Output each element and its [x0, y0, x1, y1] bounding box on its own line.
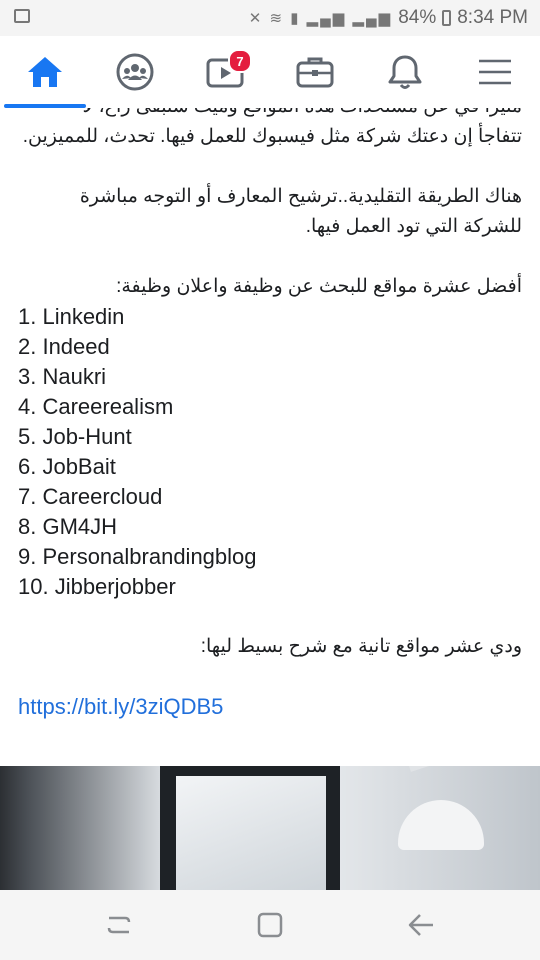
- menu-icon: [479, 59, 511, 85]
- nav-menu[interactable]: [450, 36, 540, 108]
- top-nav-bar: 7: [0, 36, 540, 109]
- back-button[interactable]: [406, 910, 436, 940]
- list-item: 4. Careerealism: [18, 394, 174, 419]
- status-bar: ✕ ≋ ▮ ▂▄▆ ▂▄▆ 84% 8:34 PM: [0, 0, 540, 36]
- home-square-icon: [257, 912, 283, 938]
- post-paragraph-2: هناك الطريقة التقليدية..ترشيح المعارف أو…: [79, 186, 522, 237]
- home-icon: [28, 57, 62, 87]
- nav-notifications[interactable]: [360, 36, 450, 108]
- recent-apps-icon: [107, 916, 131, 934]
- list-item: 3. Naukri: [18, 364, 107, 389]
- nav-home[interactable]: [0, 36, 90, 108]
- mute-wifi-signal-icons: ✕ ≋ ▮ ▂▄▆ ▂▄▆: [248, 10, 393, 27]
- list-item: 8. GM4JH: [18, 514, 118, 539]
- gallery-notification-icon: [14, 9, 30, 23]
- battery-level: 84%: [398, 7, 437, 28]
- list-item: 9. Personalbrandingblog: [18, 544, 257, 569]
- list-item: 5. Job-Hunt: [18, 424, 132, 449]
- battery-icon: [442, 10, 452, 26]
- post-link[interactable]: https://bit.ly/3ziQDB5: [0, 692, 540, 722]
- nav-groups[interactable]: [90, 36, 180, 108]
- list-item: 7. Careercloud: [18, 484, 163, 509]
- nav-marketplace[interactable]: [270, 36, 360, 108]
- system-nav-bar: [0, 890, 540, 960]
- post-image[interactable]: [0, 766, 540, 890]
- post-paragraph-1: تتفاجأ إن دعتك شركة مثل فيسبوك للعمل فيه…: [22, 126, 522, 147]
- list-item: 2. Indeed: [18, 334, 110, 359]
- clock-time: 8:34 PM: [457, 7, 528, 28]
- briefcase-icon: [296, 57, 334, 88]
- list-heading: أفضل عشرة مواقع للبحث عن وظيفة واعلان وظ…: [116, 276, 522, 297]
- home-button[interactable]: [255, 910, 285, 940]
- post-content: مثيرا في عن مستحدات هذه المواقع وميث ستب…: [0, 108, 540, 766]
- recent-apps-button[interactable]: [104, 910, 134, 940]
- post-paragraph-3: ودي عشر مواقع تانية مع شرح بسيط ليها:: [200, 636, 522, 657]
- list-item: 6. JobBait: [18, 454, 116, 479]
- job-sites-list: 1. Linkedin 2. Indeed 3. Naukri 4. Caree…: [0, 302, 540, 602]
- list-item: 10. Jibberjobber: [18, 574, 176, 599]
- back-arrow-icon: [408, 914, 433, 936]
- nav-watch[interactable]: 7: [180, 36, 270, 108]
- post-text-cut-line: مثيرا في عن مستحدات هذه المواقع وميث ستب…: [0, 108, 540, 122]
- watch-badge: 7: [228, 49, 252, 73]
- groups-icon: [116, 53, 154, 91]
- bell-icon: [388, 55, 422, 89]
- status-right: ✕ ≋ ▮ ▂▄▆ ▂▄▆ 84% 8:34 PM: [249, 0, 528, 36]
- image-monitor-screen: [176, 776, 326, 890]
- list-item: 1. Linkedin: [18, 304, 125, 329]
